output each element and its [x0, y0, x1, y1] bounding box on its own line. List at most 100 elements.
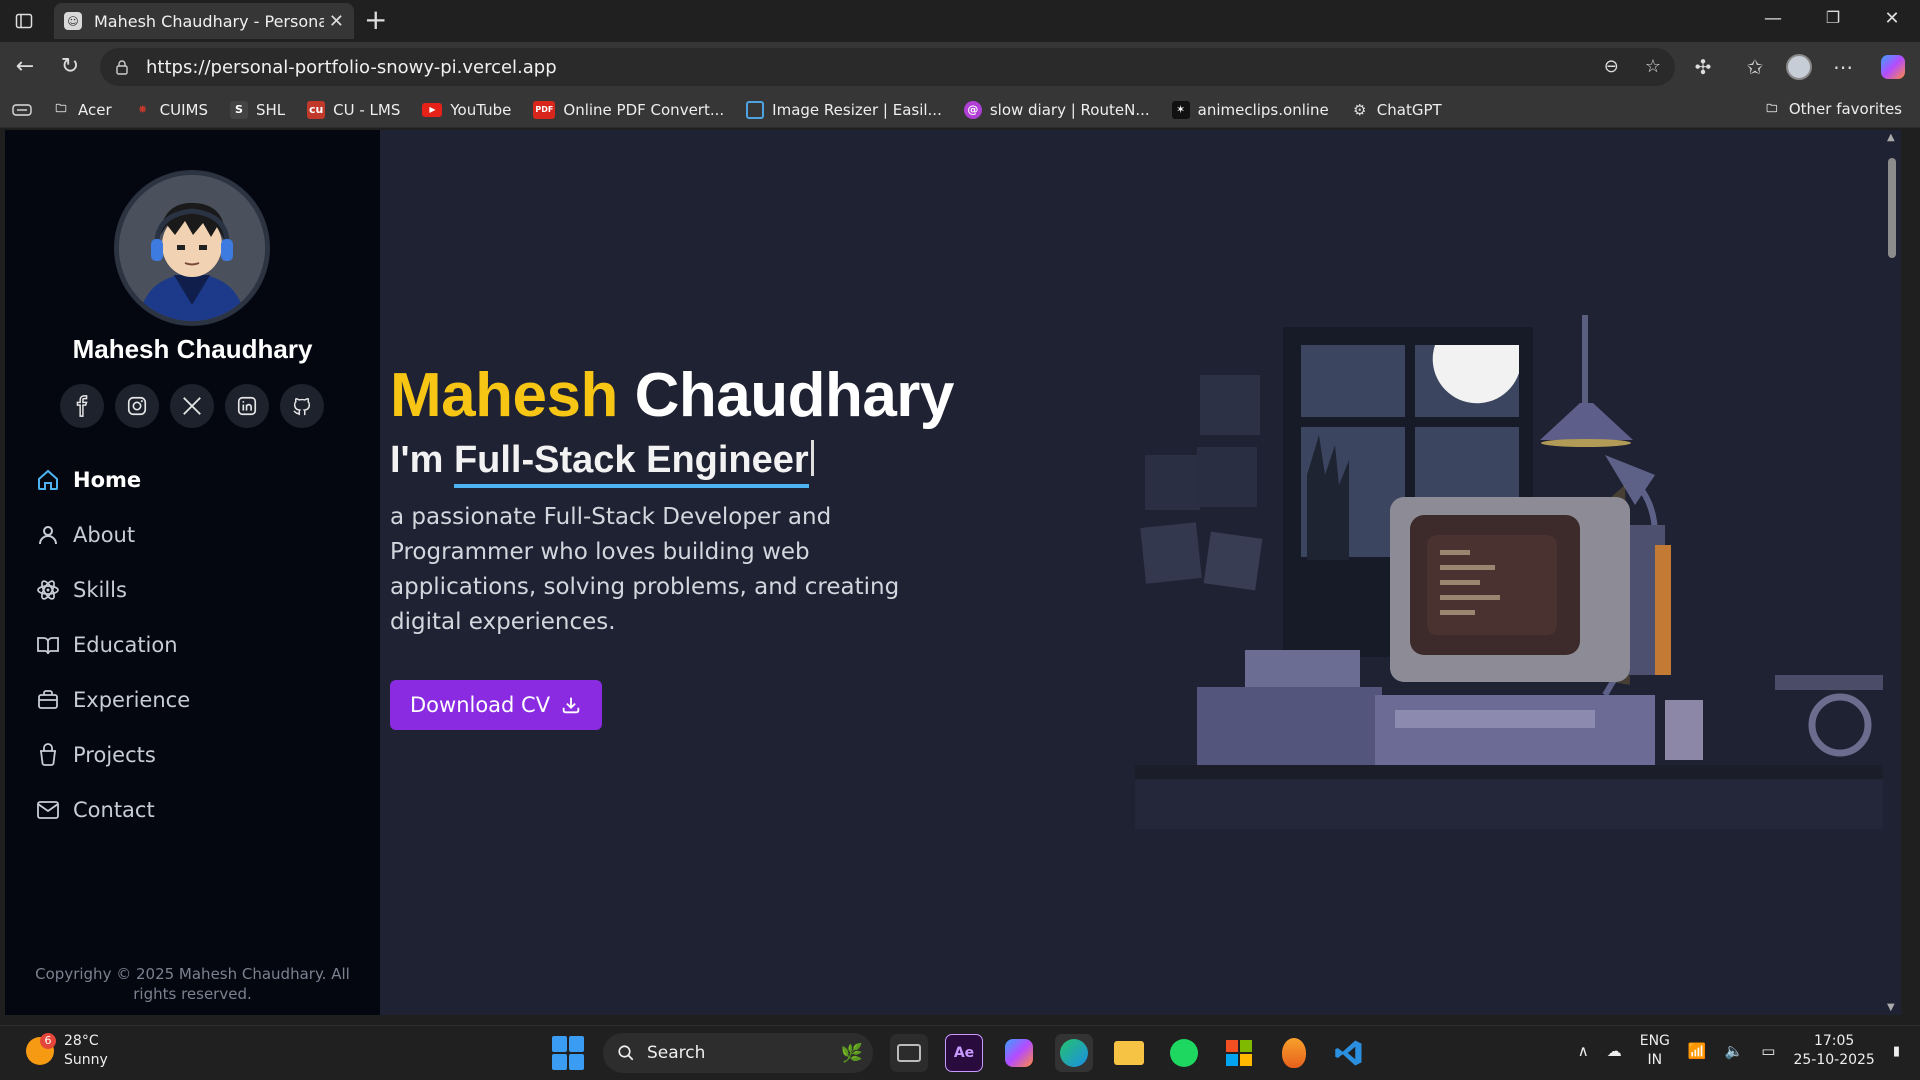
bookmark-shl[interactable]: S SHL	[229, 100, 286, 119]
show-hidden-icons-icon[interactable]: ∧	[1578, 1042, 1589, 1060]
address-toolbar: ← ↻ https://personal-portfolio-snowy-pi.…	[0, 42, 1920, 92]
facebook-icon	[76, 395, 88, 417]
social-links	[60, 384, 324, 428]
workspace-illustration	[1135, 315, 1895, 839]
copilot-app-icon[interactable]	[1000, 1034, 1038, 1072]
hero-role: I'm Full-Stack Engineer	[390, 439, 1150, 488]
wifi-icon[interactable]: 📶	[1688, 1042, 1707, 1060]
nav-item-contact[interactable]: Contact	[35, 782, 190, 837]
battery-icon[interactable]: ▭	[1761, 1042, 1775, 1060]
instagram-link[interactable]	[115, 384, 159, 428]
browser-tab-active[interactable]: ☺ Mahesh Chaudhary - Personal Portfolio …	[54, 3, 354, 39]
sidebar: Mahesh Chaudhary Home About Skills Educa…	[5, 130, 380, 1015]
search-highlight-icon: 🌿	[840, 1042, 863, 1064]
nav-item-skills[interactable]: Skills	[35, 562, 190, 617]
bookmark-label: ChatGPT	[1376, 100, 1442, 119]
bookmark-animeclips[interactable]: ✶ animeclips.online	[1171, 100, 1329, 119]
url-text: https://personal-portfolio-snowy-pi.verc…	[146, 56, 557, 78]
microsoft-store-icon[interactable]	[1220, 1034, 1258, 1072]
hero-description: a passionate Full-Stack Developer and Pr…	[390, 504, 900, 635]
profile-avatar[interactable]	[1784, 52, 1814, 82]
weather-condition: Sunny	[64, 1052, 108, 1068]
linkedin-link[interactable]	[225, 384, 269, 428]
github-icon	[293, 398, 311, 416]
sun-icon: 6	[26, 1033, 56, 1065]
book-icon	[35, 632, 61, 658]
vscode-icon[interactable]	[1330, 1034, 1368, 1072]
bookmark-cuims[interactable]: ✸ CUIMS	[134, 101, 208, 119]
new-tab-button[interactable]: +	[364, 6, 387, 34]
nav-item-projects[interactable]: Projects	[35, 727, 190, 782]
extensions-icon[interactable]: ✣	[1688, 52, 1718, 82]
after-effects-icon[interactable]: Ae	[945, 1034, 983, 1072]
reading-view-icon[interactable]: ⊖	[1604, 56, 1619, 77]
x-icon	[183, 397, 201, 415]
bookmark-slow-diary[interactable]: @ slow diary | RouteN...	[963, 100, 1150, 119]
refresh-button[interactable]: ↻	[55, 54, 85, 79]
favorite-star-icon[interactable]: ☆	[1645, 56, 1661, 77]
bookmark-label: SHL	[255, 100, 286, 119]
scroll-down-icon[interactable]: ▼	[1887, 1002, 1895, 1013]
search-label: Search	[647, 1043, 706, 1063]
hero-section: Mahesh Chaudhary I'm Full-Stack Engineer…	[390, 360, 1150, 730]
pdf-icon: PDF	[533, 100, 556, 119]
nav-item-about[interactable]: About	[35, 507, 190, 562]
close-window-button[interactable]: ✕	[1872, 8, 1912, 29]
nav-item-experience[interactable]: Experience	[35, 672, 190, 727]
taskbar-search[interactable]: Search 🌿	[603, 1033, 873, 1073]
instagram-icon	[127, 396, 147, 416]
back-button[interactable]: ←	[10, 54, 40, 79]
github-link[interactable]	[280, 384, 324, 428]
cuims-icon: ✸	[138, 103, 148, 116]
sidebar-name: Mahesh Chaudhary	[72, 334, 313, 364]
role-prefix: I'm	[390, 439, 444, 481]
slow-diary-icon: @	[963, 100, 982, 119]
bookmark-acer[interactable]: 🗀 Acer	[52, 101, 112, 119]
minimize-button[interactable]: —	[1753, 8, 1793, 29]
spotify-icon[interactable]	[1165, 1034, 1203, 1072]
lang-bottom: IN	[1647, 1052, 1663, 1068]
tab-collections-icon[interactable]	[12, 102, 32, 118]
other-favorites[interactable]: 🗀 Other favorites	[1763, 100, 1902, 118]
more-options-icon[interactable]: ⋯	[1828, 52, 1858, 82]
onedrive-cloud-icon[interactable]: ☁	[1607, 1042, 1622, 1060]
volume-icon[interactable]: 🔈	[1725, 1042, 1744, 1060]
bookmark-cu-lms[interactable]: cu CU - LMS	[307, 100, 400, 119]
folder-icon: 🗀	[55, 102, 67, 115]
nav-item-home[interactable]: Home	[35, 452, 190, 507]
favorites-icon[interactable]: ✩	[1740, 52, 1770, 82]
scrollbar-thumb[interactable]	[1888, 158, 1896, 258]
restore-button[interactable]: ❐	[1813, 8, 1853, 27]
weather-widget[interactable]: 6 28°C Sunny	[26, 1032, 108, 1070]
edge-icon[interactable]	[1055, 1034, 1093, 1072]
fl-studio-icon[interactable]	[1275, 1034, 1313, 1072]
language-indicator[interactable]: ENG IN	[1640, 1032, 1670, 1070]
copilot-icon[interactable]	[1878, 52, 1908, 82]
x-link[interactable]	[170, 384, 214, 428]
page-scrollbar[interactable]: ▲ ▼	[1883, 130, 1901, 1015]
tab-actions-icon[interactable]	[10, 8, 38, 34]
tab-close-icon[interactable]: ✕	[329, 11, 344, 32]
bookmark-label: slow diary | RouteN...	[989, 100, 1150, 119]
bookmark-label: Image Resizer | Easil...	[772, 100, 942, 119]
file-explorer-icon[interactable]	[1110, 1034, 1148, 1072]
nav-item-education[interactable]: Education	[35, 617, 190, 672]
clock[interactable]: 17:05 25-10-2025	[1793, 1032, 1874, 1070]
task-view-icon[interactable]	[890, 1034, 928, 1072]
notifications-icon[interactable]: ▮	[1893, 1044, 1900, 1059]
windows-start-icon[interactable]	[552, 1036, 586, 1070]
site-info-icon[interactable]	[114, 59, 130, 75]
home-icon	[35, 467, 61, 493]
bookmark-chatgpt[interactable]: ⚙ ChatGPT	[1351, 101, 1442, 119]
bookmark-image-resizer[interactable]: Image Resizer | Easil...	[746, 100, 942, 119]
bookmark-pdf-convert[interactable]: PDF Online PDF Convert...	[533, 100, 724, 119]
facebook-link[interactable]	[60, 384, 104, 428]
scroll-up-icon[interactable]: ▲	[1887, 132, 1895, 143]
nav-label-experience: Experience	[73, 687, 191, 712]
bookmark-youtube[interactable]: ▶ YouTube	[422, 101, 511, 119]
address-bar[interactable]: https://personal-portfolio-snowy-pi.verc…	[100, 48, 1675, 86]
download-icon	[562, 697, 580, 714]
bookmarks-bar: 🗀 Acer ✸ CUIMS S SHL cu CU - LMS ▶ YouTube PD…	[0, 92, 1920, 128]
download-cv-button[interactable]: Download CV	[390, 680, 603, 730]
mail-icon	[35, 797, 61, 823]
